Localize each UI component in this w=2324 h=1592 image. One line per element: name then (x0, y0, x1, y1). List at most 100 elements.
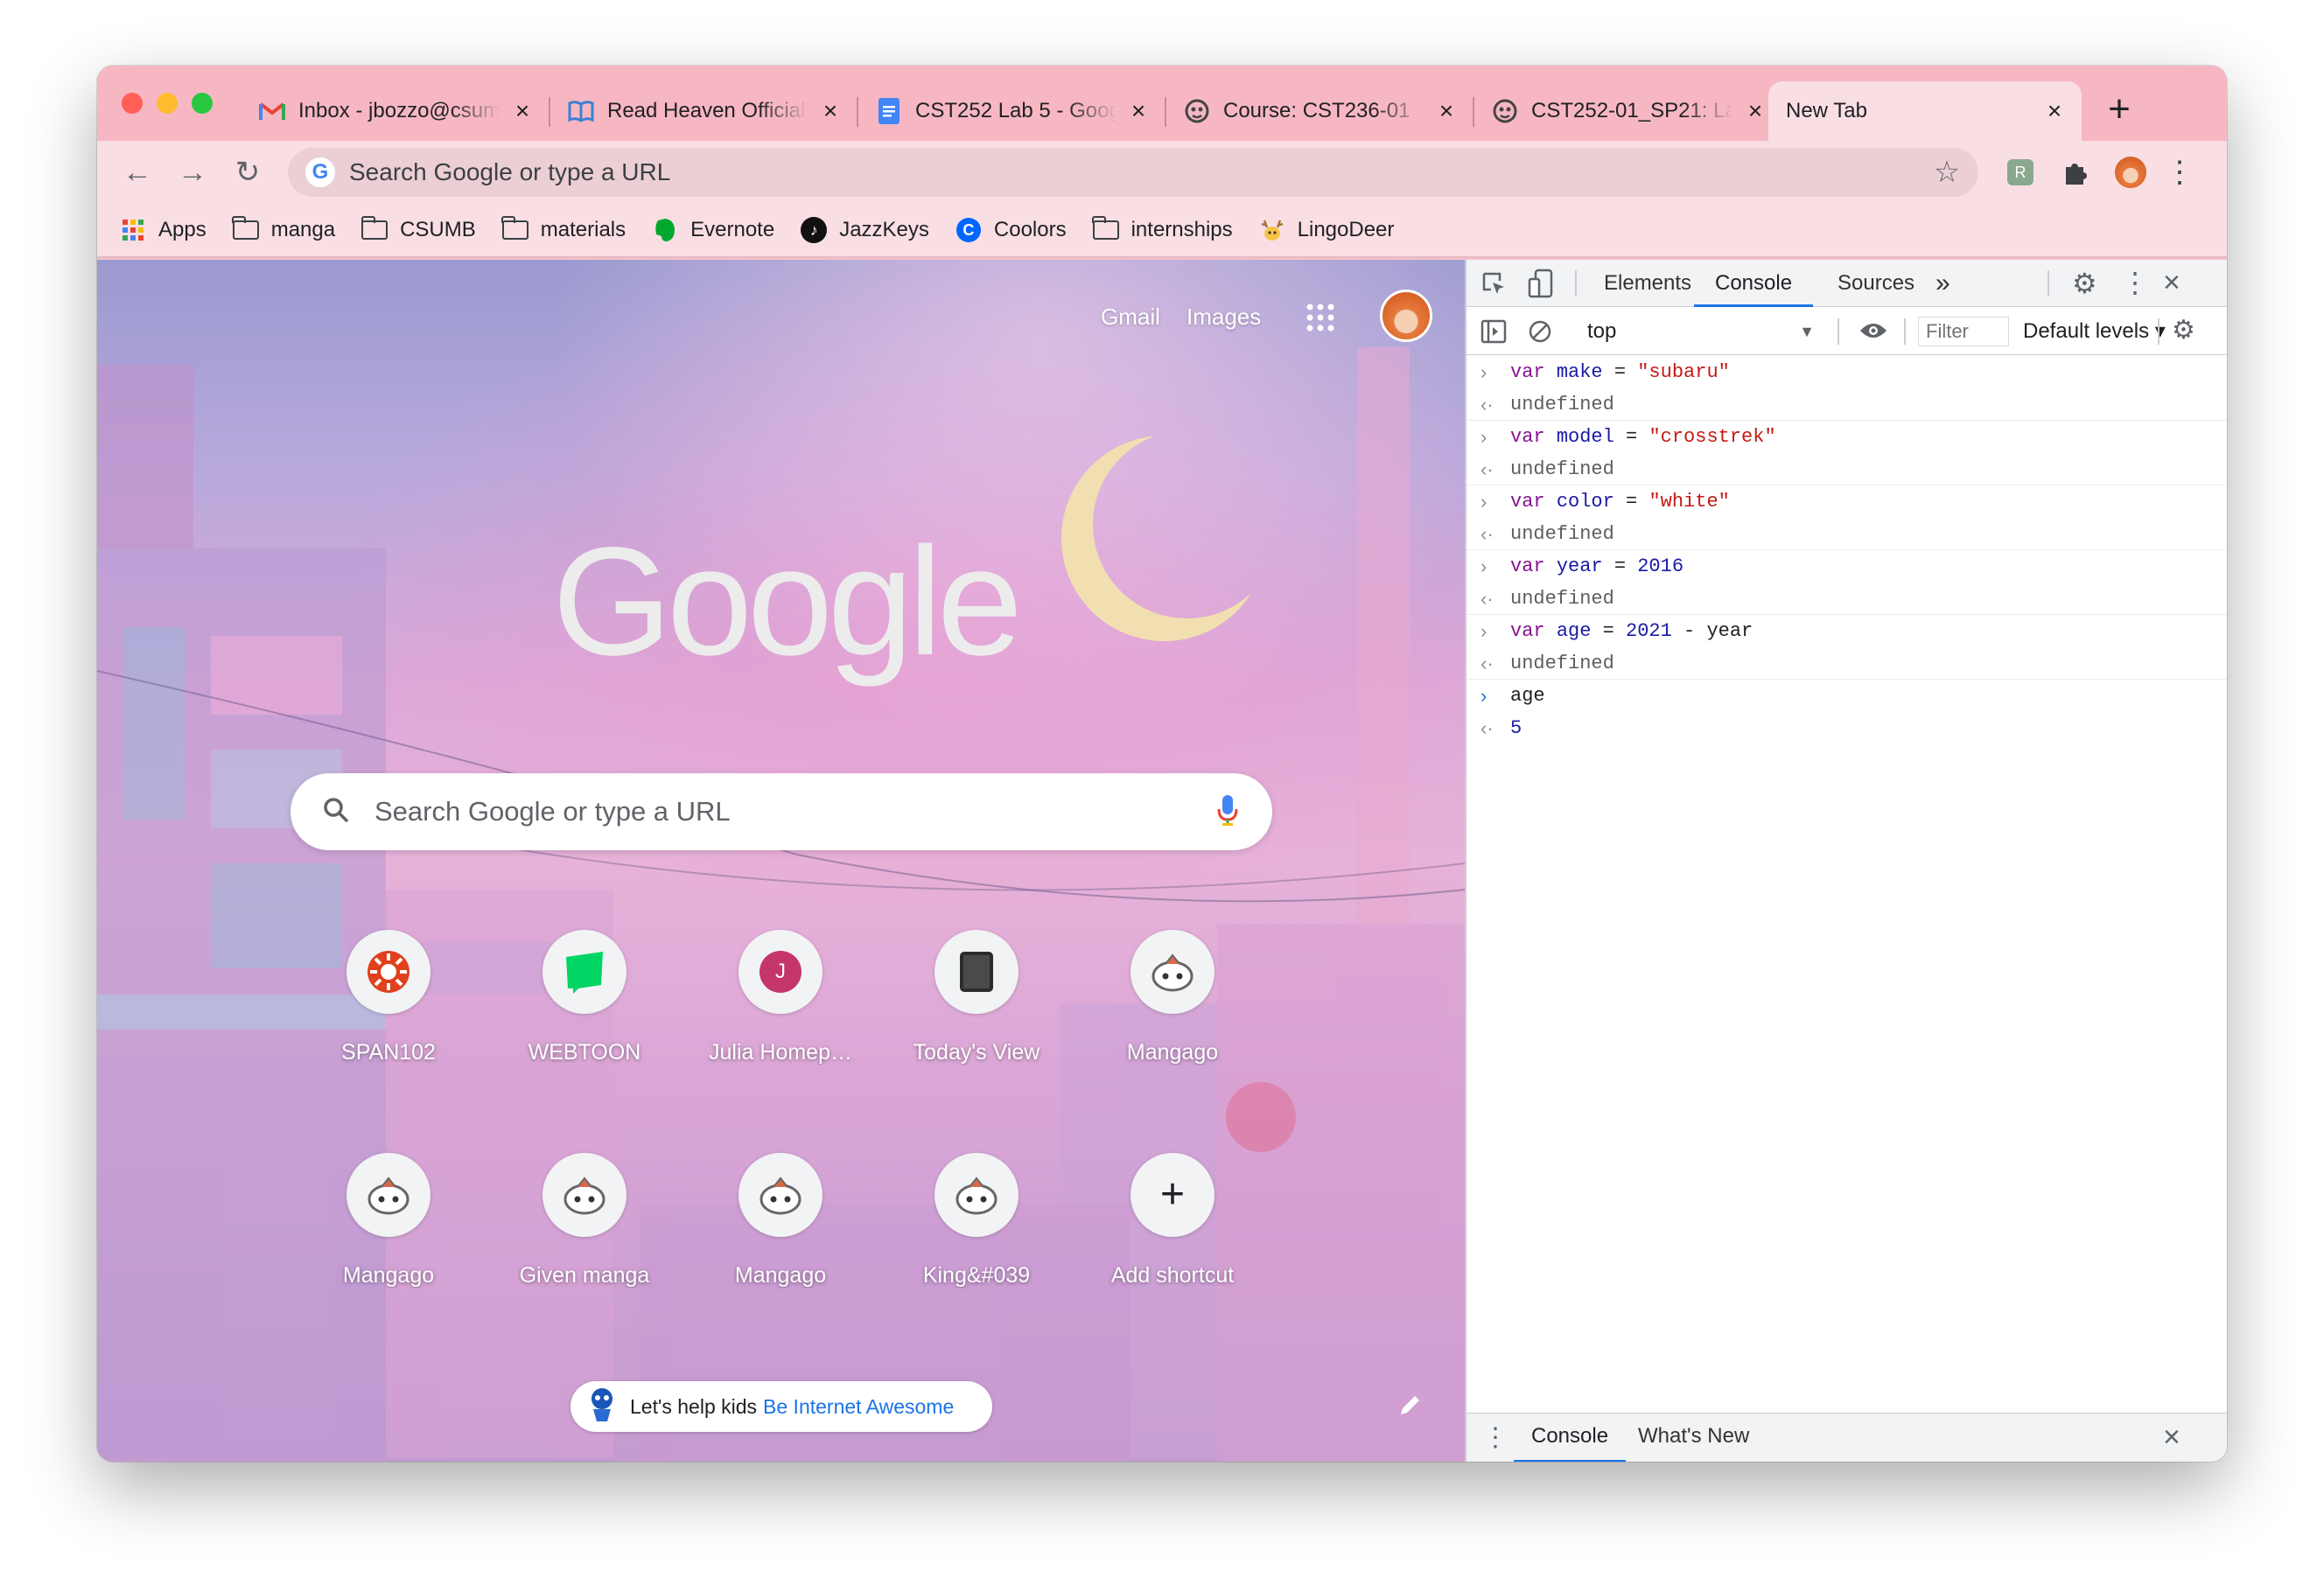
new-tab-button[interactable]: + (2097, 88, 2141, 132)
extension-icon[interactable]: R (2003, 155, 2038, 190)
close-tab-icon[interactable]: × (509, 98, 536, 124)
devtools-menu-icon[interactable]: ⋮ (2121, 267, 2149, 298)
close-tab-icon[interactable]: × (1433, 98, 1460, 124)
bookmark-materials[interactable]: materials (501, 216, 626, 243)
close-devtools-icon[interactable]: × (2163, 267, 2180, 298)
promo-text: Let's help kids (630, 1394, 758, 1418)
close-window-button[interactable] (122, 93, 143, 114)
new-tab-page: Gmail Images Google SPAN102 WEBTOON J Jul… (97, 260, 1465, 1462)
back-button[interactable]: ← (115, 150, 160, 195)
bookmark-csumb[interactable]: CSUMB (360, 216, 476, 243)
chrome-menu-icon[interactable]: ⋮ (2162, 155, 2197, 190)
close-tab-icon[interactable]: × (2041, 98, 2068, 124)
devtools-tab-elements[interactable]: Elements (1604, 260, 1691, 307)
devtools-tab-sources[interactable]: Sources (1838, 260, 1914, 307)
console-input-line: › var model = "crosstrek" (1466, 421, 2227, 453)
devtools-tab-console[interactable]: Console (1694, 260, 1814, 307)
bookmark-coolors[interactable]: C Coolors (956, 217, 1067, 243)
shortcut-span102[interactable]: SPAN102 (310, 930, 467, 1065)
shortcut-king[interactable]: King&#039 (898, 1153, 1055, 1288)
tab-inbox[interactable]: Inbox - jbozzo@csumb.edu × (241, 81, 550, 141)
tab-google-docs[interactable]: CST252 Lab 5 - Google Docs × (858, 81, 1166, 141)
toolbar-divider (1904, 318, 1906, 345)
shortcut-mangago-2[interactable]: Mangago (310, 1153, 467, 1288)
search-icon (322, 796, 350, 828)
tab-read-heaven[interactable]: Read Heaven Official's Blessing × (550, 81, 858, 141)
shortcut-todays-view[interactable]: Today's View (898, 930, 1055, 1065)
show-sidebar-icon[interactable] (1480, 319, 1507, 348)
shortcut-julia-homepage[interactable]: J Julia Homep… (702, 930, 859, 1065)
customize-pencil-icon[interactable] (1397, 1392, 1424, 1422)
more-tabs-icon[interactable]: » (1936, 260, 1950, 307)
mangago-icon (542, 1153, 626, 1237)
clear-console-icon[interactable] (1528, 319, 1552, 348)
moodle-icon (1491, 97, 1519, 125)
google-g-icon: G (305, 157, 335, 187)
bookmark-internships[interactable]: internships (1092, 216, 1233, 243)
tab-cst252[interactable]: CST252-01_SP21: Lab × (1474, 81, 1782, 141)
context-value: top (1587, 319, 1617, 343)
bookmarks-bar: Apps manga CSUMB materials Evernote ♪ Jaz… (97, 204, 2227, 258)
console-settings-icon[interactable]: ⚙ (2172, 316, 2195, 346)
forward-button[interactable]: → (170, 150, 215, 195)
tab-course-cst236[interactable]: Course: CST236-01 × (1166, 81, 1474, 141)
promo-banner[interactable]: Let's help kids Be Internet Awesome (570, 1381, 992, 1432)
console-output-line: ‹· undefined (1466, 518, 2227, 550)
shortcut-given-manga[interactable]: Given manga (506, 1153, 663, 1288)
settings-gear-icon[interactable]: ⚙ (2072, 269, 2097, 298)
shortcut-mangago-1[interactable]: Mangago (1094, 930, 1251, 1065)
drawer-menu-icon[interactable]: ⋮ (1482, 1421, 1508, 1456)
bookmark-evernote[interactable]: Evernote (652, 217, 774, 243)
log-levels-dropdown[interactable]: Default levels ▾ (2023, 318, 2166, 346)
shortcut-label: Mangago (342, 1263, 435, 1288)
drawer-tab-console[interactable]: Console (1514, 1414, 1627, 1462)
devtools-tabbar: Elements Console Sources » ⚙ ⋮ × (1466, 260, 2227, 307)
close-drawer-icon[interactable]: × (2163, 1421, 2180, 1454)
console-prompt[interactable] (1466, 744, 2227, 771)
bookmark-jazzkeys[interactable]: ♪ JazzKeys (801, 217, 929, 243)
devtools-drawer: ⋮ Console What's New × (1466, 1413, 2227, 1462)
shortcut-label: SPAN102 (341, 1040, 436, 1065)
bookmark-label: LingoDeer (1297, 218, 1395, 241)
close-tab-icon[interactable]: × (817, 98, 844, 124)
lingodeer-icon (1259, 217, 1285, 243)
context-selector[interactable]: top ▼ (1575, 318, 1832, 346)
tablet-icon (934, 930, 1018, 1014)
omnibox-input[interactable] (349, 158, 1928, 186)
inspect-element-icon[interactable] (1480, 270, 1507, 301)
shortcut-webtoon[interactable]: WEBTOON (506, 930, 663, 1065)
tab-title: CST252-01_SP21: Lab (1531, 99, 1733, 122)
bookmark-lingodeer[interactable]: LingoDeer (1259, 217, 1395, 243)
shortcut-label: Mangago (734, 1263, 827, 1288)
add-shortcut-button[interactable]: + Add shortcut (1094, 1153, 1251, 1288)
close-tab-icon[interactable]: × (1125, 98, 1152, 124)
shortcut-mangago-3[interactable]: Mangago (702, 1153, 859, 1288)
gmail-link[interactable]: Gmail (1101, 304, 1160, 331)
ntp-search-input[interactable] (374, 796, 1216, 827)
device-toolbar-icon[interactable] (1528, 269, 1554, 303)
google-apps-icon[interactable] (1305, 302, 1336, 338)
minimize-window-button[interactable] (157, 93, 178, 114)
reload-button[interactable]: ↻ (225, 150, 270, 195)
console-filter-input[interactable] (1918, 317, 2009, 346)
close-tab-icon[interactable]: × (1742, 98, 1768, 124)
profile-avatar[interactable] (2113, 155, 2148, 190)
prompt-arrow-icon: › (1480, 555, 1488, 577)
zoom-window-button[interactable] (192, 93, 213, 114)
bookmark-star-icon[interactable]: ☆ (1928, 155, 1966, 190)
ntp-search-box[interactable] (290, 773, 1272, 850)
images-link[interactable]: Images (1186, 304, 1261, 331)
bookmark-manga[interactable]: manga (232, 216, 335, 243)
drawer-tab-whats-new[interactable]: What's New (1638, 1414, 1749, 1462)
omnibox[interactable]: G ☆ (288, 148, 1978, 197)
toolbar-divider (2158, 318, 2160, 345)
console-output-line: ‹· undefined (1466, 583, 2227, 615)
tab-new-tab[interactable]: New Tab × (1768, 81, 2082, 141)
live-expression-eye-icon[interactable] (1858, 320, 1888, 346)
mangago-icon (346, 1153, 430, 1237)
account-avatar[interactable] (1380, 290, 1432, 342)
voice-search-icon[interactable] (1216, 793, 1239, 831)
promo-link[interactable]: Be Internet Awesome (763, 1395, 954, 1419)
puzzle-extensions-icon[interactable] (2057, 155, 2092, 190)
bookmark-apps[interactable]: Apps (120, 217, 206, 243)
